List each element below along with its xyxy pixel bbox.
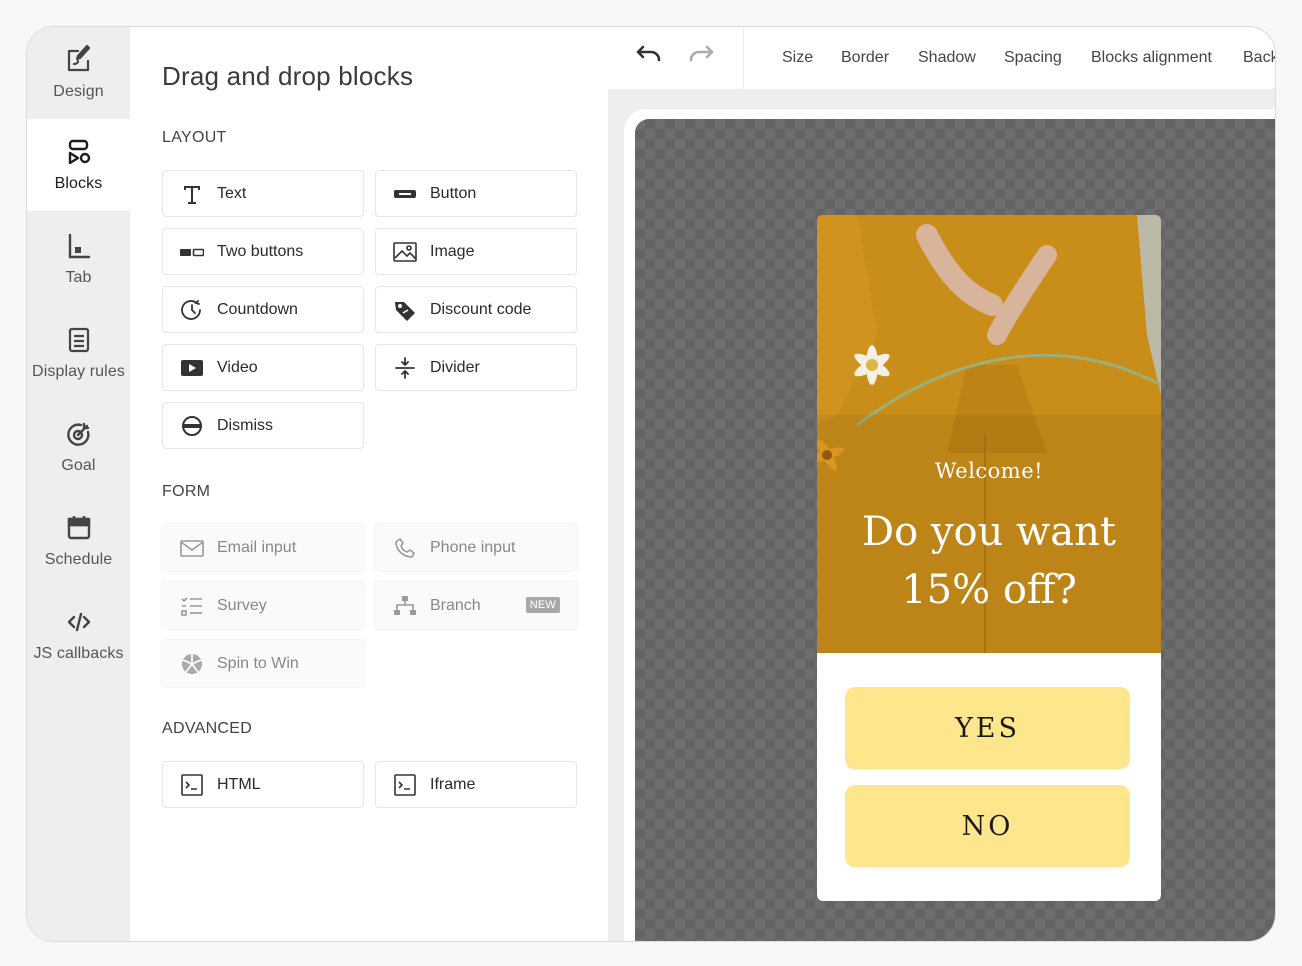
block-label: Image: [430, 242, 475, 260]
nav-item-goal[interactable]: Goal: [27, 401, 130, 493]
video-icon: [179, 357, 205, 379]
block-text[interactable]: Text: [162, 170, 364, 217]
schedule-icon: [67, 516, 90, 540]
page-title: Drag and drop blocks: [162, 61, 414, 91]
block-label: Phone input: [430, 538, 516, 556]
button-icon: [392, 183, 418, 205]
welcome-text: Welcome!: [934, 459, 1044, 483]
block-label: Divider: [430, 358, 480, 376]
blocks-panel: Drag and drop blocks LAYOUT Text Button …: [130, 27, 608, 941]
tab-spacing[interactable]: Spacing: [1004, 49, 1062, 67]
block-image[interactable]: Image: [375, 228, 577, 275]
block-video[interactable]: Video: [162, 344, 364, 391]
terminal-icon: [179, 773, 205, 796]
undo-icon[interactable]: [634, 43, 664, 67]
headline-line-1: Do you want: [862, 509, 1116, 555]
block-email-input[interactable]: Email input: [162, 524, 364, 571]
nav-item-blocks[interactable]: Blocks: [27, 119, 130, 211]
nav-label-design: Design: [53, 83, 104, 100]
block-label: Branch: [430, 596, 481, 614]
nav-label-display-rules: Display rules: [32, 363, 125, 380]
block-iframe[interactable]: Iframe: [375, 761, 577, 808]
headline-line-2: 15% off?: [901, 567, 1077, 613]
block-discount-code[interactable]: Discount code: [375, 286, 577, 333]
nav-label-blocks: Blocks: [54, 175, 103, 192]
block-divider[interactable]: Divider: [375, 344, 577, 391]
tag-icon: [392, 299, 418, 321]
block-button[interactable]: Button: [375, 170, 577, 217]
nav-label-js-callbacks: JS callbacks: [33, 645, 124, 662]
history-controls: [608, 27, 744, 89]
display-rules-icon: [68, 327, 89, 353]
editor-window: Design Blocks Tab Display rules Goal Sch…: [26, 26, 1276, 942]
tab-background[interactable]: Back: [1243, 49, 1275, 67]
side-nav: Design Blocks Tab Display rules Goal Sch…: [27, 27, 130, 941]
wheel-icon: [179, 653, 205, 675]
block-label: Countdown: [217, 300, 298, 318]
block-phone-input[interactable]: Phone input: [375, 524, 577, 571]
nav-label-schedule: Schedule: [44, 551, 113, 568]
code-icon: [67, 612, 90, 632]
tab-size[interactable]: Size: [782, 49, 813, 67]
image-icon: [392, 241, 418, 263]
block-label: Text: [217, 184, 247, 202]
tab-icon: [68, 233, 90, 259]
block-label: Dismiss: [217, 416, 273, 434]
block-label: Discount code: [430, 300, 532, 318]
email-icon: [179, 537, 205, 559]
block-label: Spin to Win: [217, 654, 299, 672]
design-icon: [67, 45, 90, 72]
block-survey[interactable]: Survey: [162, 582, 364, 629]
block-label: Survey: [217, 596, 267, 614]
block-label: Iframe: [430, 775, 476, 793]
block-spin-to-win[interactable]: Spin to Win: [162, 640, 364, 687]
tab-border[interactable]: Border: [841, 49, 889, 67]
branch-icon: [392, 595, 418, 617]
nav-label-goal: Goal: [61, 457, 96, 474]
preview-canvas: Welcome! Do you want 15% off? YES NO: [608, 89, 1275, 941]
headline: Do you want 15% off?: [817, 503, 1161, 619]
redo-icon[interactable]: [686, 43, 716, 67]
style-toolbar: Size Border Shadow Spacing Blocks alignm…: [608, 27, 1275, 89]
yes-button[interactable]: YES: [845, 687, 1130, 769]
terminal-icon: [392, 773, 418, 796]
nav-item-tab[interactable]: Tab: [27, 213, 130, 305]
dismiss-icon: [179, 415, 205, 437]
tab-shadow[interactable]: Shadow: [918, 49, 976, 67]
section-label-form: FORM: [162, 483, 211, 500]
blocks-icon: [68, 139, 90, 165]
no-button[interactable]: NO: [845, 785, 1130, 867]
block-label: Email input: [217, 538, 297, 556]
two-buttons-icon: [179, 241, 205, 263]
block-label: HTML: [217, 775, 261, 793]
block-html[interactable]: HTML: [162, 761, 364, 808]
block-label: Two buttons: [217, 242, 304, 260]
text-icon: [179, 183, 205, 205]
nav-item-display-rules[interactable]: Display rules: [27, 307, 130, 399]
goal-icon: [66, 422, 90, 446]
block-countdown[interactable]: Countdown: [162, 286, 364, 333]
hero-image: Welcome! Do you want 15% off?: [817, 215, 1161, 653]
tab-blocks-alignment[interactable]: Blocks alignment: [1091, 49, 1212, 67]
divider-icon: [392, 356, 418, 379]
nav-label-tab: Tab: [65, 269, 92, 286]
nav-item-js-callbacks[interactable]: JS callbacks: [27, 589, 130, 681]
nav-item-schedule[interactable]: Schedule: [27, 495, 130, 587]
popup-preview[interactable]: Welcome! Do you want 15% off? YES NO: [817, 215, 1161, 901]
block-branch[interactable]: Branch NEW: [375, 582, 577, 629]
countdown-icon: [179, 299, 205, 321]
section-label-layout: LAYOUT: [162, 129, 227, 146]
nav-item-design[interactable]: Design: [27, 27, 130, 119]
block-label: Video: [217, 358, 258, 376]
block-label: Button: [430, 184, 477, 202]
survey-icon: [179, 595, 205, 617]
block-two-buttons[interactable]: Two buttons: [162, 228, 364, 275]
section-label-advanced: ADVANCED: [162, 720, 253, 737]
phone-icon: [392, 537, 418, 559]
block-dismiss[interactable]: Dismiss: [162, 402, 364, 449]
new-badge: NEW: [525, 597, 560, 613]
